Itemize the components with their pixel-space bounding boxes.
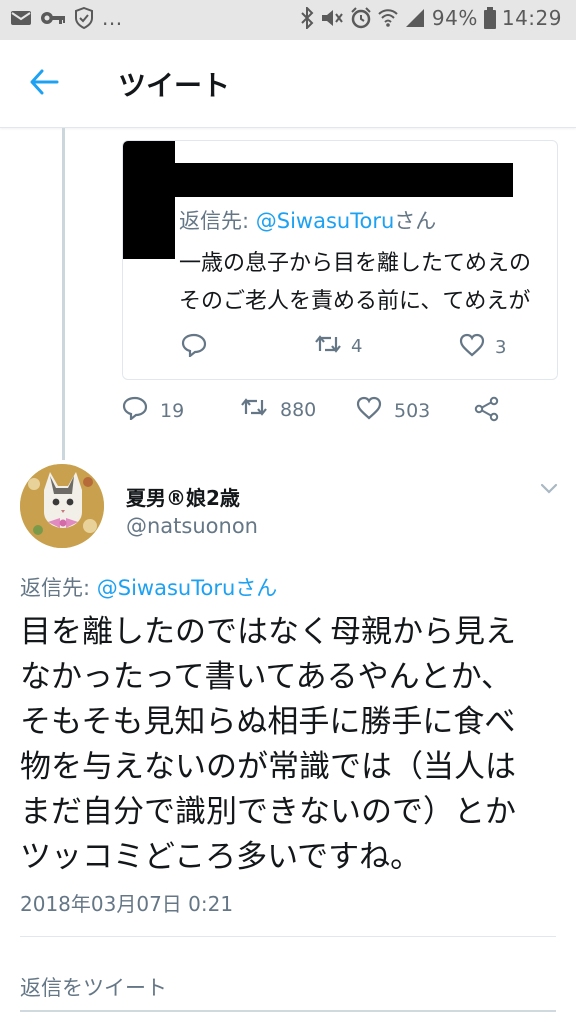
retweet-icon bbox=[315, 333, 341, 360]
bluetooth-icon bbox=[300, 7, 314, 29]
share-button[interactable] bbox=[474, 396, 500, 427]
tweet-text-line: 目を離したのではなく母親から見え bbox=[20, 614, 516, 650]
battery-percent: 94% bbox=[431, 6, 478, 30]
quoted-reply-to: 返信先: @SiwasuToruさん bbox=[179, 205, 436, 235]
app-header: ツイート bbox=[0, 40, 576, 128]
author-handle[interactable]: @natsuonon bbox=[126, 514, 258, 538]
author-name[interactable]: 夏男®娘2歳 bbox=[126, 482, 240, 511]
tweet-text-line: なかったって書いてあるやんとか、 bbox=[20, 659, 512, 695]
like-button[interactable]: 503 bbox=[356, 396, 430, 425]
quoted-like-action: 3 bbox=[459, 333, 506, 362]
reply-input[interactable]: 返信をツイート bbox=[20, 972, 167, 1002]
quoted-tweet-image[interactable]: 返信先: @SiwasuToruさん 一歳の息子から目を離したてめえの そのご老… bbox=[122, 140, 558, 380]
quoted-retweet-action: 4 bbox=[315, 333, 362, 360]
alarm-icon bbox=[350, 7, 372, 29]
heart-icon bbox=[356, 396, 382, 425]
page-title: ツイート bbox=[118, 69, 231, 102]
quoted-actions: 4 3 bbox=[179, 333, 557, 363]
tweet-text-line: まだ自分で識別できないので）とか bbox=[20, 794, 516, 830]
tweet-options-button[interactable] bbox=[536, 478, 562, 500]
clock: 14:29 bbox=[501, 6, 562, 30]
quoted-text-line: 一歳の息子から目を離したてめえの bbox=[179, 251, 532, 276]
reply-count: 19 bbox=[160, 399, 185, 422]
parent-tweet-actions: 19 880 503 bbox=[122, 396, 562, 432]
tweet-timestamp: 2018年03月07日 0:21 bbox=[20, 892, 234, 916]
reply-prefix: 返信先: bbox=[20, 576, 97, 600]
quoted-reply-action bbox=[181, 333, 207, 362]
like-count: 503 bbox=[394, 399, 431, 422]
status-bar: ... 94% 14:29 bbox=[0, 0, 576, 40]
reply-button[interactable]: 19 bbox=[122, 396, 184, 425]
reply-suffix: さん bbox=[394, 209, 437, 233]
quoted-like-count: 3 bbox=[495, 337, 507, 358]
tweet-text-line: 物を与えないのが常識では（当人は bbox=[20, 749, 516, 785]
key-icon bbox=[40, 10, 66, 26]
chevron-down-icon bbox=[540, 480, 558, 499]
redaction-block bbox=[175, 163, 513, 197]
notification-overflow: ... bbox=[102, 6, 123, 30]
reply-to-line: 返信先: @SiwasuToruさん bbox=[20, 572, 277, 602]
quoted-text-line: そのご老人を責める前に、てめえが bbox=[179, 289, 531, 314]
mute-icon bbox=[320, 7, 344, 29]
redaction-block bbox=[123, 141, 175, 259]
reply-prefix: 返信先: bbox=[179, 209, 256, 233]
reply-icon bbox=[122, 396, 148, 425]
reply-suffix: さん bbox=[235, 576, 278, 600]
signal-icon bbox=[404, 8, 426, 28]
reply-handle-link[interactable]: @SiwasuToru bbox=[97, 576, 236, 600]
heart-icon bbox=[459, 333, 485, 362]
shield-icon bbox=[74, 7, 94, 29]
status-bar-left: ... bbox=[10, 6, 123, 30]
reply-icon bbox=[181, 333, 207, 362]
thread-connector bbox=[62, 128, 65, 460]
retweet-icon bbox=[240, 396, 268, 423]
retweet-count: 880 bbox=[280, 398, 317, 421]
retweet-button[interactable]: 880 bbox=[240, 396, 316, 423]
tweet-text-line: そもそも見知らぬ相手に勝手に食べ bbox=[20, 704, 516, 740]
arrow-left-icon bbox=[29, 69, 59, 99]
wifi-icon bbox=[378, 7, 398, 29]
quoted-retweet-count: 4 bbox=[351, 336, 363, 357]
share-icon bbox=[474, 396, 500, 427]
divider bbox=[20, 936, 556, 937]
mail-icon bbox=[10, 10, 32, 26]
reply-input-underline bbox=[20, 1010, 556, 1012]
avatar[interactable] bbox=[20, 464, 104, 548]
tweet-body: 目を離したのではなく母親から見え なかったって書いてあるやんとか、 そもそも見知… bbox=[20, 610, 565, 880]
back-button[interactable] bbox=[26, 66, 62, 102]
tweet-text-line: ツッコミどころ多いですね。 bbox=[20, 839, 422, 875]
reply-handle: @SiwasuToru bbox=[255, 209, 395, 233]
status-bar-right: 94% 14:29 bbox=[300, 6, 562, 30]
battery-icon bbox=[483, 7, 496, 29]
